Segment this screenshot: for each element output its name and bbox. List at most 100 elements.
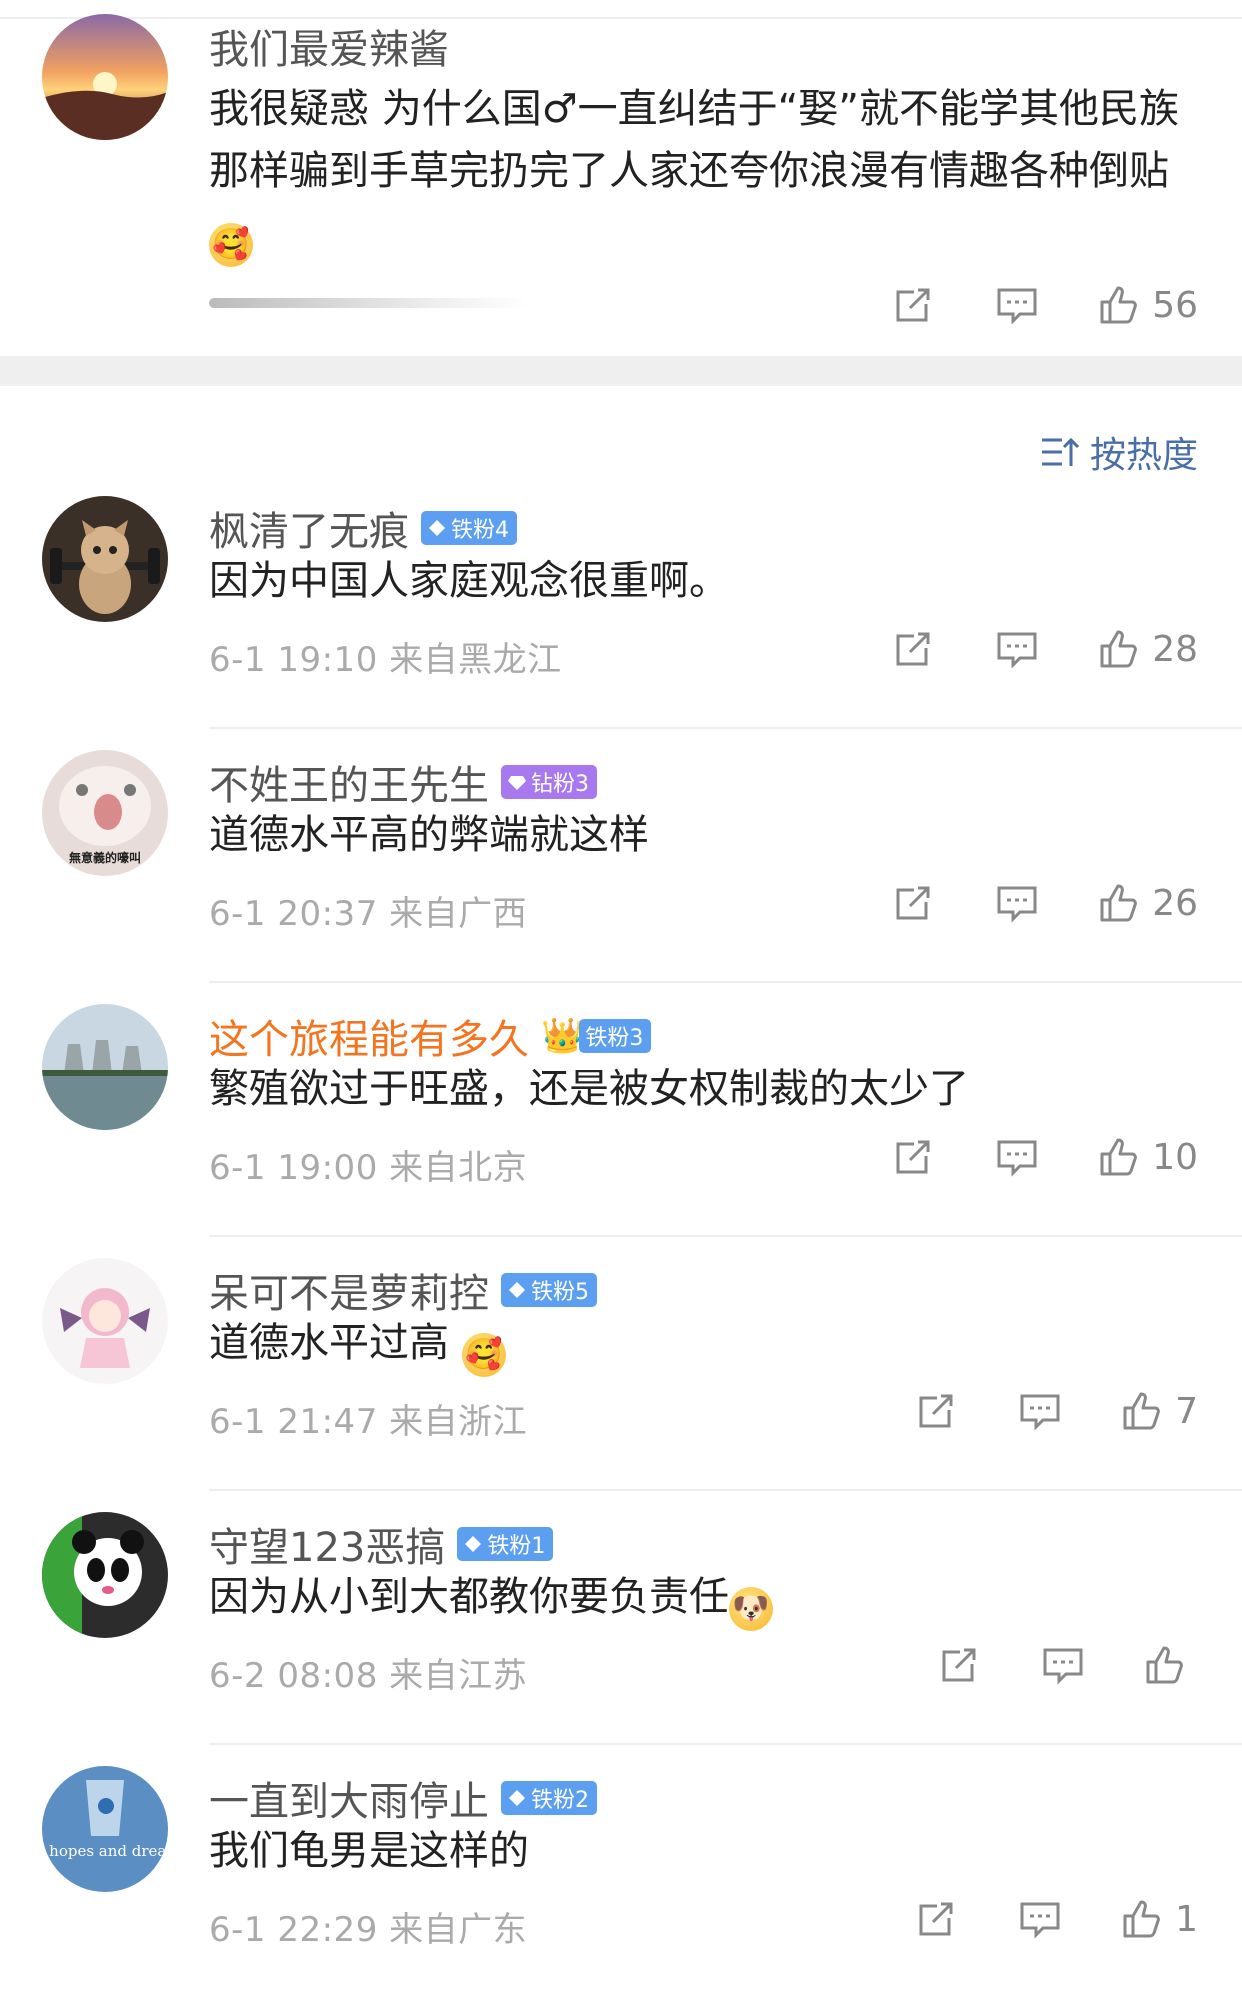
share-button[interactable] — [913, 1896, 959, 1942]
fan-badge[interactable]: 铁粉5 — [501, 1273, 597, 1307]
avatar[interactable]: my hopes and dreams — [42, 1766, 168, 1892]
timestamp: 6-2 08:08 — [209, 1656, 378, 1696]
like-button[interactable]: 56 — [1096, 282, 1198, 328]
like-count: 10 — [1152, 1136, 1198, 1178]
sort-bar: 按热度 — [0, 386, 1242, 508]
thumbs-up-icon — [1100, 630, 1138, 668]
avatar[interactable] — [42, 1258, 168, 1384]
avatar[interactable] — [42, 1512, 168, 1638]
diamond-icon — [465, 1536, 482, 1552]
comment-header: 守望123恶搞 铁粉1 — [209, 1515, 554, 1573]
timestamp: 6-1 22:29 — [209, 1910, 378, 1950]
comment-actions: 10 — [890, 1134, 1198, 1180]
comment-meta: 6-1 19:00 来自北京 — [209, 1140, 527, 1189]
comment-item: my hopes and dreams 一直到大雨停止 铁粉2 我们龟男是这样的… — [0, 1748, 1242, 1996]
share-button[interactable] — [890, 880, 936, 926]
share-button[interactable] — [890, 282, 936, 328]
like-button[interactable]: 26 — [1096, 880, 1198, 926]
like-button[interactable] — [1142, 1642, 1198, 1688]
comment-icon — [997, 886, 1037, 923]
comment-text: 因为中国人家庭观念很重啊。 — [209, 558, 729, 604]
timestamp: 6-1 20:37 — [209, 894, 378, 934]
comment-meta: 6-1 22:29 来自广东 — [209, 1902, 527, 1951]
svg-text:my hopes and dreams: my hopes and dreams — [42, 1842, 168, 1860]
comment-actions: 7 — [913, 1388, 1198, 1434]
comment-actions: 28 — [890, 626, 1198, 672]
avatar[interactable]: 無意義的嚎叫 — [42, 750, 168, 876]
fan-badge[interactable]: 铁粉2 — [501, 1781, 597, 1815]
top-comment-card: 我们最爱辣酱 我很疑惑 为什么国♂一直纠结于“娶”就不能学其他民族那样骗到手草完… — [0, 0, 1242, 356]
fan-badge[interactable]: 铁粉1 — [457, 1527, 554, 1561]
comment-text: 道德水平高的弊端就这样 — [209, 812, 649, 858]
like-button[interactable]: 7 — [1119, 1388, 1198, 1434]
fan-badge[interactable]: 铁粉4 — [421, 511, 517, 545]
username[interactable]: 呆可不是萝莉控 — [209, 1261, 489, 1319]
username[interactable]: 一直到大雨停止 — [209, 1769, 489, 1827]
comment-item: 这个旅程能有多久 👑 铁粉3 繁殖欲过于旺盛，还是被女权制裁的太少了 6-1 1… — [0, 1004, 1242, 1252]
share-button[interactable] — [913, 1388, 959, 1434]
comment-text: 我很疑惑 为什么国♂一直纠结于“娶”就不能学其他民族那样骗到手草完扔完了人家还夸… — [209, 78, 1202, 267]
reply-button[interactable] — [994, 880, 1040, 926]
avatar[interactable] — [42, 1004, 168, 1130]
reply-button[interactable] — [994, 626, 1040, 672]
username[interactable]: 不姓王的王先生 — [209, 753, 489, 811]
location: 来自广西 — [389, 894, 528, 934]
share-button[interactable] — [890, 626, 936, 672]
panda-avatar-icon — [42, 1512, 168, 1638]
cat-avatar-icon — [42, 496, 168, 622]
comment-divider — [209, 1235, 1242, 1237]
comment-divider — [209, 1489, 1242, 1491]
smile-hearts-emoji-icon: 🥰 — [209, 223, 253, 267]
comment-meta: 6-1 21:47 来自浙江 — [209, 1394, 527, 1443]
like-button[interactable]: 28 — [1096, 626, 1198, 672]
username[interactable]: 守望123恶搞 — [209, 1515, 445, 1573]
anime-girl-avatar-icon — [42, 1258, 168, 1384]
comment-divider — [209, 1743, 1242, 1745]
comment-text: 繁殖欲过于旺盛，还是被女权制裁的太少了 — [209, 1066, 969, 1112]
share-button[interactable] — [890, 1134, 936, 1180]
username[interactable]: 这个旅程能有多久 — [209, 1007, 529, 1065]
sort-label: 按热度 — [1089, 435, 1198, 476]
share-icon — [896, 288, 930, 322]
comment-icon — [997, 1140, 1037, 1177]
comment-icon — [997, 288, 1037, 325]
blurred-meta — [209, 298, 529, 308]
thumbs-up-icon — [1123, 1392, 1160, 1430]
location: 来自江苏 — [389, 1656, 528, 1696]
top-comment-header: 我们最爱辣酱 — [209, 17, 449, 75]
comment-header: 不姓王的王先生 钻粉3 — [209, 753, 597, 811]
reply-button[interactable] — [1040, 1642, 1086, 1688]
diamond-icon — [508, 776, 526, 790]
share-button[interactable] — [936, 1642, 982, 1688]
reply-button[interactable] — [994, 1134, 1040, 1180]
timestamp: 6-1 19:10 — [209, 640, 378, 680]
username[interactable]: 枫清了无痕 — [209, 499, 409, 557]
like-count: 1 — [1175, 1898, 1198, 1940]
comment-icon — [1020, 1394, 1060, 1431]
comment-actions: 1 — [913, 1896, 1198, 1942]
thumbs-up-icon — [1123, 1900, 1160, 1938]
reply-button[interactable] — [1017, 1896, 1063, 1942]
location: 来自浙江 — [389, 1402, 528, 1442]
fan-badge[interactable]: 钻粉3 — [501, 765, 597, 799]
thumbs-up-icon — [1100, 286, 1138, 324]
comment-header: 一直到大雨停止 铁粉2 — [209, 1769, 597, 1827]
comment-meta: 6-1 19:10 来自黑龙江 — [209, 632, 562, 681]
username[interactable]: 我们最爱辣酱 — [209, 17, 449, 75]
reply-button[interactable] — [994, 282, 1040, 328]
share-icon — [919, 1394, 953, 1428]
like-button[interactable]: 10 — [1096, 1134, 1198, 1180]
comment-item: 守望123恶搞 铁粉1 因为从小到大都教你要负责任 🐶 6-2 08:08 来自江… — [0, 1500, 1242, 1748]
location: 来自北京 — [389, 1148, 528, 1188]
like-button[interactable]: 1 — [1119, 1896, 1198, 1942]
sort-by-hot-button[interactable]: 按热度 — [1040, 426, 1198, 478]
fan-badge[interactable]: 铁粉3 — [579, 1019, 652, 1053]
comment-header: 枫清了无痕 铁粉4 — [209, 499, 517, 557]
reply-button[interactable] — [1017, 1388, 1063, 1434]
glass-avatar-icon: my hopes and dreams — [42, 1766, 168, 1892]
comment-item: 呆可不是萝莉控 铁粉5 道德水平过高 🥰 6-1 21:47 来自浙江 7 — [0, 1252, 1242, 1500]
share-icon — [896, 632, 930, 666]
avatar[interactable] — [42, 14, 168, 140]
smile-hearts-emoji-icon: 🥰 — [461, 1333, 506, 1377]
avatar[interactable] — [42, 496, 168, 622]
